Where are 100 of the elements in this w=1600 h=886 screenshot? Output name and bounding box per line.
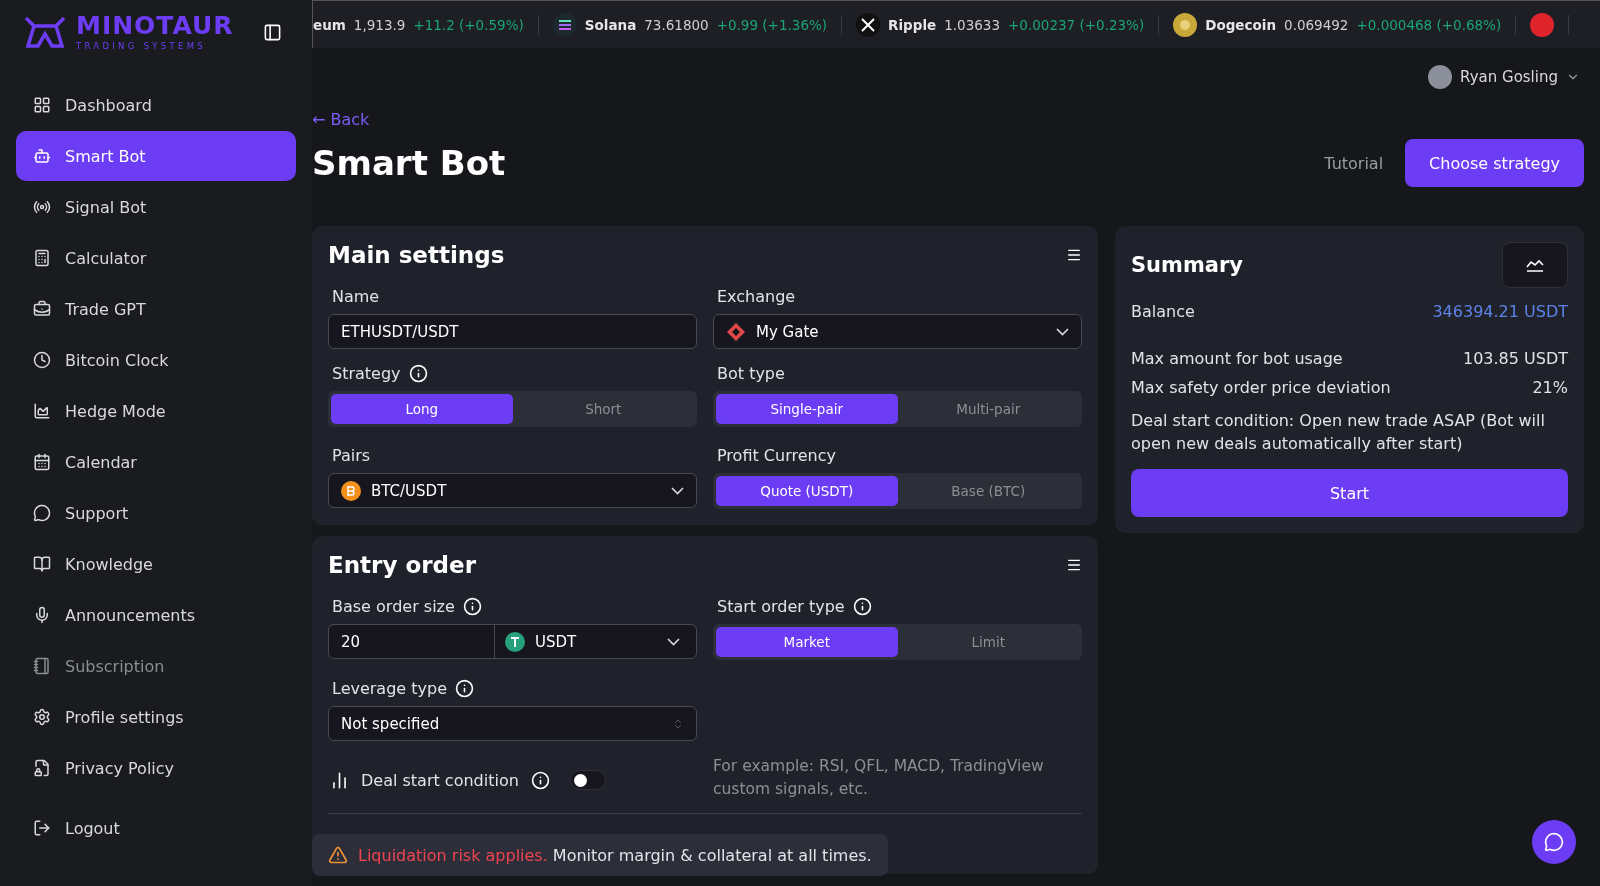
info-icon[interactable]: [408, 363, 428, 383]
field-label: Deal start condition: [361, 770, 519, 790]
card-title: Entry order: [328, 552, 476, 578]
chart-line-icon: [1526, 258, 1544, 272]
sidebar-item[interactable]: Knowledge: [16, 539, 296, 589]
chart-button[interactable]: [1502, 242, 1568, 288]
coin-price: 0.069492: [1284, 16, 1349, 33]
clock-icon: [33, 351, 51, 369]
tether-icon: [505, 631, 525, 652]
field-label: Name: [332, 286, 380, 306]
warning-icon: [328, 845, 348, 865]
summary-label: Balance: [1131, 302, 1195, 321]
microphone-icon: [33, 606, 51, 624]
robot-icon: [33, 147, 51, 165]
chevron-down-icon: [671, 486, 684, 495]
document-lock-icon: [33, 759, 51, 777]
segment-option[interactable]: Short: [512, 394, 694, 424]
coin-price: 73.61800: [644, 16, 709, 33]
coin-icon: [552, 12, 577, 37]
coin-price: 1.03633: [944, 16, 1001, 33]
info-icon[interactable]: [852, 596, 872, 616]
sort-arrows-icon: [672, 717, 684, 730]
summary-value: 21%: [1532, 378, 1568, 397]
sidebar-item[interactable]: Bitcoin Clock: [16, 335, 296, 385]
field-label: Profit Currency: [717, 445, 836, 465]
sidebar-item[interactable]: Privacy Policy: [16, 743, 296, 793]
sidebar-item[interactable]: Smart Bot: [16, 131, 296, 181]
calculator-icon: [33, 249, 51, 267]
sidebar-toggle-icon[interactable]: [263, 22, 282, 42]
tutorial-link[interactable]: Tutorial: [1324, 153, 1384, 173]
price-change: +0.99 (+1.36%): [716, 16, 828, 33]
segment-option[interactable]: Long: [331, 394, 513, 424]
avatar[interactable]: [1428, 65, 1453, 89]
field-label: Base order size: [332, 596, 455, 616]
sidebar-item[interactable]: Hedge Mode: [16, 386, 296, 436]
segment-option[interactable]: Limit: [897, 627, 1079, 657]
calendar-icon: [33, 453, 51, 471]
chat-button[interactable]: [1532, 820, 1576, 864]
x-mark-icon: [856, 12, 881, 37]
coin-icon: [1173, 12, 1198, 37]
sidebar-item[interactable]: Calculator: [16, 233, 296, 283]
sidebar-item[interactable]: Calendar: [16, 437, 296, 487]
summary-value: 103.85 USDT: [1462, 349, 1568, 368]
sidebar-item[interactable]: Signal Bot: [16, 182, 296, 232]
briefcase-icon: [33, 300, 51, 318]
price-change: +11.2 (+0.59%): [413, 16, 524, 33]
page-title: Smart Bot: [312, 143, 507, 183]
price-change: +0.00237 (+0.23%): [1008, 16, 1145, 33]
info-icon[interactable]: [530, 770, 550, 790]
sidebar-item[interactable]: Dashboard: [16, 80, 296, 130]
brand-name: MINOTAUR: [76, 13, 234, 38]
segment-option[interactable]: Market: [716, 627, 898, 657]
menu-icon[interactable]: [1066, 557, 1082, 573]
leverage-select[interactable]: Not specified: [328, 706, 697, 741]
book-icon: [33, 555, 51, 573]
chart-icon: [33, 402, 51, 420]
back-link[interactable]: ← Back: [312, 110, 370, 129]
sidebar-item[interactable]: Announcements: [16, 590, 296, 640]
bitcoin-icon: [341, 480, 361, 501]
name-input[interactable]: ETHUSDT/USDT: [328, 314, 697, 349]
segment-option[interactable]: Base (BTC): [897, 476, 1079, 506]
info-icon[interactable]: [462, 596, 482, 616]
notebook-icon: [33, 657, 51, 675]
sidebar-item[interactable]: Trade GPT: [16, 284, 296, 334]
brand-tagline: TRADING SYSTEMS: [76, 41, 208, 51]
sidebar-item[interactable]: Support: [16, 488, 296, 538]
segment-option[interactable]: Multi-pair: [897, 394, 1079, 424]
menu-icon[interactable]: [1066, 247, 1082, 263]
hint-text: For example: RSI, QFL, MACD, TradingView custom signals, etc.: [713, 756, 1045, 800]
field-label: Start order type: [717, 596, 845, 616]
chevron-down-icon: [1056, 327, 1069, 336]
coin-name: Ripple: [888, 16, 937, 33]
info-icon[interactable]: [455, 678, 474, 698]
user-name[interactable]: Ryan Gosling: [1460, 68, 1558, 86]
chat-bubble-icon: [1544, 832, 1564, 852]
card-title: Main settings: [328, 242, 505, 268]
chevron-down-icon: [667, 637, 680, 646]
segment-option[interactable]: Quote (USDT): [716, 476, 898, 506]
start-button[interactable]: Start: [1131, 469, 1568, 517]
pairs-select[interactable]: BTC/USDT: [328, 473, 697, 508]
sidebar-item[interactable]: Profile settings: [16, 692, 296, 742]
price-change: +0.000468 (+0.68%): [1356, 16, 1502, 33]
grid-icon: [33, 96, 51, 114]
field-label: Strategy: [332, 363, 401, 383]
order-size-field[interactable]: 20 USDT: [328, 624, 697, 659]
summary-value[interactable]: 346394.21 USDT: [1432, 302, 1568, 321]
field-label: Leverage type: [332, 678, 447, 698]
chat-bubble-icon: [33, 504, 51, 522]
logout-link[interactable]: Logout: [16, 803, 296, 853]
choose-strategy-button[interactable]: Choose strategy: [1405, 139, 1584, 187]
segment-option[interactable]: Single-pair: [716, 394, 898, 424]
coin-name: eum: [313, 16, 346, 33]
exchange-select[interactable]: My Gate: [713, 314, 1082, 349]
field-label: Exchange: [717, 286, 796, 306]
coin-name: Solana: [584, 16, 637, 33]
toggle-switch[interactable]: [569, 770, 606, 790]
field-label: Bot type: [717, 363, 785, 383]
signal-icon: [33, 198, 51, 216]
bull-logo-icon: [24, 16, 66, 48]
summary-label: Max amount for bot usage: [1131, 349, 1343, 368]
